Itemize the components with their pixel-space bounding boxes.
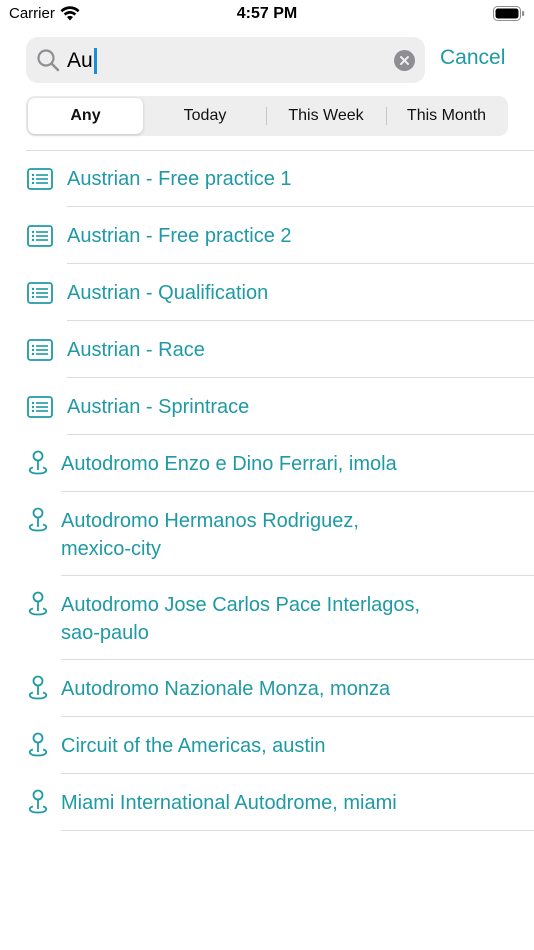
result-label: Miami International Autodrome, miami	[61, 792, 397, 814]
result-row[interactable]: Autodromo Nazionale Monza, monza	[0, 660, 534, 717]
search-bar: Au Cancel	[26, 37, 516, 83]
map-pin-icon	[26, 789, 50, 820]
text-caret	[93, 48, 97, 74]
result-label: Circuit of the Americas, austin	[61, 735, 326, 757]
result-label: Austrian - Free practice 2	[67, 225, 292, 247]
status-bar: Carrier 4:57 PM	[0, 0, 534, 30]
result-row[interactable]: Austrian - Free practice 1	[0, 150, 534, 207]
row-separator	[61, 830, 534, 831]
search-input[interactable]: Au	[26, 37, 425, 83]
list-document-icon	[27, 225, 53, 252]
map-pin-icon	[26, 732, 50, 763]
result-row[interactable]: Austrian - Race	[0, 321, 534, 378]
result-row[interactable]: Austrian - Free practice 2	[0, 207, 534, 264]
battery-icon	[493, 6, 525, 21]
result-label: Autodromo Jose Carlos Pace Interlagos,	[61, 594, 421, 616]
list-document-icon	[27, 168, 53, 195]
result-label: Austrian - Qualification	[67, 282, 269, 304]
result-row[interactable]: Miami International Autodrome, miami	[0, 774, 534, 831]
cancel-button[interactable]: Cancel	[440, 46, 505, 70]
result-row[interactable]: Austrian - Qualification	[0, 264, 534, 321]
filter-option-any[interactable]: Any	[28, 98, 143, 134]
map-pin-icon	[26, 450, 50, 481]
result-label: mexico-city	[61, 538, 162, 560]
map-pin-icon	[26, 675, 50, 706]
result-label: sao-paulo	[61, 622, 149, 644]
result-row[interactable]: Austrian - Sprintrace	[0, 378, 534, 435]
list-document-icon	[27, 282, 53, 309]
map-pin-icon	[26, 507, 50, 538]
result-row[interactable]: Circuit of the Americas, austin	[0, 717, 534, 774]
result-row[interactable]: Autodromo Jose Carlos Pace Interlagos, sa…	[0, 576, 534, 660]
filter-option-this-month[interactable]: This Month	[387, 98, 506, 134]
filter-option-today[interactable]: Today	[145, 98, 265, 134]
date-filter-segmented-control: Any Today This Week This Month	[26, 96, 508, 136]
filter-option-this-week[interactable]: This Week	[267, 98, 385, 134]
result-row[interactable]: Autodromo Enzo e Dino Ferrari, imola	[0, 435, 534, 492]
clock: 4:57 PM	[236, 5, 298, 22]
result-label: Autodromo Enzo e Dino Ferrari, imola	[61, 453, 397, 475]
clear-text-icon[interactable]	[394, 50, 415, 71]
result-row[interactable]: Autodromo Hermanos Rodriguez, mexico-city	[0, 492, 534, 576]
result-label: Autodromo Hermanos Rodriguez,	[61, 510, 359, 532]
list-document-icon	[27, 339, 53, 366]
search-query-text: Au	[67, 49, 93, 72]
result-label: Autodromo Nazionale Monza, monza	[61, 678, 391, 700]
list-document-icon	[27, 396, 53, 423]
result-label: Austrian - Free practice 1	[67, 168, 292, 190]
result-label: Austrian - Sprintrace	[67, 396, 250, 418]
search-query: Au	[67, 48, 97, 74]
result-label: Austrian - Race	[67, 339, 205, 361]
map-pin-icon	[26, 591, 50, 622]
search-icon	[37, 49, 60, 72]
